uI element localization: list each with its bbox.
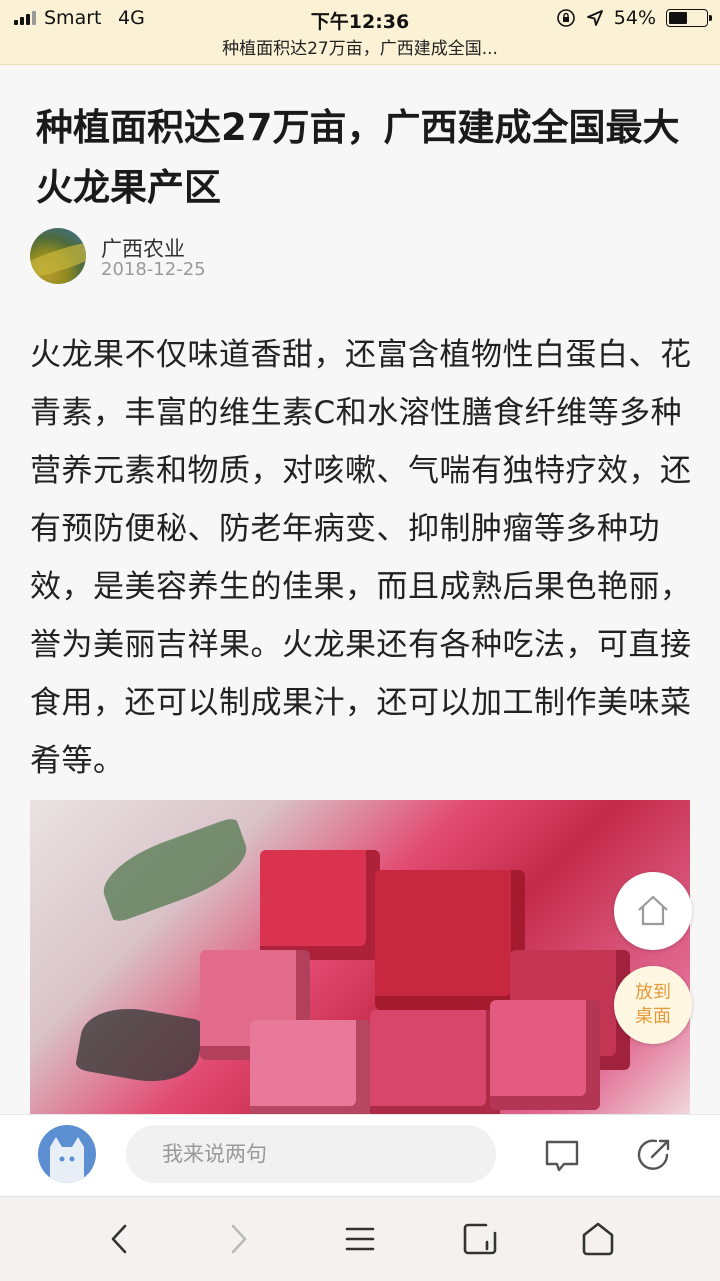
home-icon (638, 895, 668, 926)
comment-icon[interactable] (542, 1135, 582, 1175)
tabs-icon (463, 1223, 497, 1255)
battery-percent: 54% (613, 7, 656, 29)
forward-icon (231, 1224, 247, 1254)
battery-icon (666, 9, 712, 27)
article-title: 种植面积达27万亩，广西建成全国最大火龙果产区 (36, 106, 680, 209)
menu-button[interactable] (336, 1215, 384, 1263)
comment-input[interactable]: 我来说两句 (126, 1125, 496, 1183)
article-image[interactable] (30, 800, 690, 1120)
home-icon (582, 1222, 614, 1256)
location-icon (586, 10, 603, 26)
cat-avatar-icon (50, 1137, 84, 1183)
article-body: 火龙果不仅味道香甜，还富含植物性白蛋白、花青素，丰富的维生素C和水溶性膳食纤维等… (30, 337, 692, 779)
share-icon[interactable] (634, 1135, 674, 1175)
browser-home-button[interactable] (574, 1215, 622, 1263)
browser-nav-bar (0, 1196, 720, 1281)
comment-bar: 我来说两句 (0, 1114, 720, 1197)
author-avatar[interactable] (30, 228, 86, 284)
add-to-desktop-label: 放到桌面 (635, 982, 671, 1027)
publish-date: 2018-12-25 (101, 259, 206, 280)
tabs-button[interactable] (456, 1215, 504, 1263)
add-to-desktop-button[interactable]: 放到桌面 (614, 966, 692, 1044)
page-url-title[interactable]: 种植面积达27万亩，广西建成全国... (0, 34, 720, 59)
orientation-lock-icon (556, 9, 575, 27)
back-button[interactable] (96, 1215, 144, 1263)
back-icon (111, 1224, 127, 1254)
battery-level (669, 12, 687, 24)
menu-icon (345, 1227, 375, 1251)
home-float-button[interactable] (614, 872, 692, 950)
user-avatar[interactable] (38, 1125, 96, 1183)
status-bar: Smart 4G 下午12:36 54% 种植面积达27万亩，广西建成全国... (0, 0, 720, 65)
forward-button[interactable] (214, 1215, 262, 1263)
